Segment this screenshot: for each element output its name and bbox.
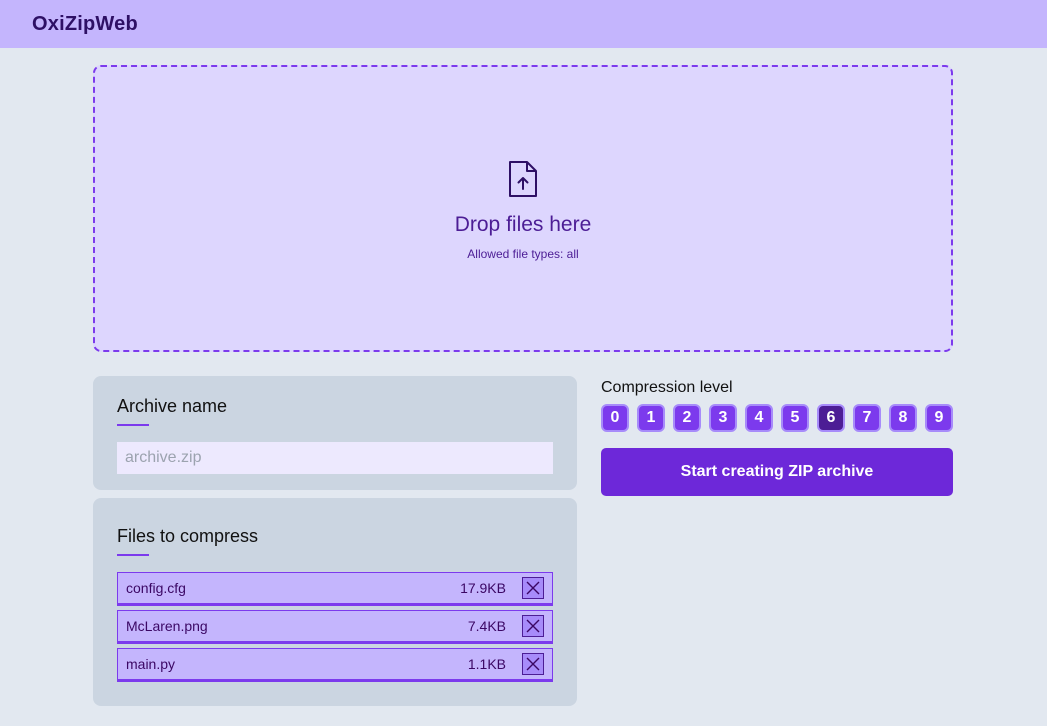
compression-level-4[interactable]: 4	[745, 404, 773, 432]
app-header: OxiZipWeb	[0, 0, 1047, 48]
dropzone-title: Drop files here	[454, 212, 592, 236]
file-size: 1.1KB	[467, 656, 506, 672]
dropzone-subtitle: Allowed file types: all	[467, 246, 579, 261]
file-size: 17.9KB	[460, 580, 506, 596]
compression-level-label: Compression level	[601, 379, 733, 396]
file-row: config.cfg 17.9KB	[117, 572, 553, 606]
archive-name-panel: Archive name	[93, 376, 577, 490]
archive-name-heading: Archive name	[117, 396, 228, 416]
app-title: OxiZipWeb	[32, 12, 138, 35]
heading-underline	[117, 424, 149, 426]
heading-underline	[117, 554, 149, 556]
compression-level-selector: 0 1 2 3 4 5 6 7 8 9	[601, 404, 961, 432]
file-upload-icon	[509, 160, 537, 197]
remove-file-button[interactable]	[522, 577, 544, 599]
compression-level-8[interactable]: 8	[889, 404, 917, 432]
close-icon	[526, 619, 540, 633]
remove-file-button[interactable]	[522, 653, 544, 675]
compression-level-6[interactable]: 6	[817, 404, 845, 432]
start-zip-button[interactable]: Start creating ZIP archive	[601, 448, 953, 496]
compression-level-0[interactable]: 0	[601, 404, 629, 432]
close-icon	[526, 657, 540, 671]
compression-level-5[interactable]: 5	[781, 404, 809, 432]
file-dropzone[interactable]: Drop files here Allowed file types: all	[93, 65, 953, 352]
compression-level-3[interactable]: 3	[709, 404, 737, 432]
file-name: config.cfg	[126, 580, 186, 596]
file-name: McLaren.png	[126, 618, 208, 634]
close-icon	[526, 581, 540, 595]
file-row: main.py 1.1KB	[117, 648, 553, 682]
file-name: main.py	[126, 656, 176, 672]
remove-file-button[interactable]	[522, 615, 544, 637]
file-size: 7.4KB	[467, 618, 506, 634]
file-row: McLaren.png 7.4KB	[117, 610, 553, 644]
archive-name-input[interactable]	[117, 442, 553, 474]
files-heading: Files to compress	[117, 526, 259, 546]
compression-level-7[interactable]: 7	[853, 404, 881, 432]
compression-level-2[interactable]: 2	[673, 404, 701, 432]
compression-level-9[interactable]: 9	[925, 404, 953, 432]
compression-level-1[interactable]: 1	[637, 404, 665, 432]
files-panel: Files to compress config.cfg 17.9KB McLa…	[93, 498, 577, 706]
